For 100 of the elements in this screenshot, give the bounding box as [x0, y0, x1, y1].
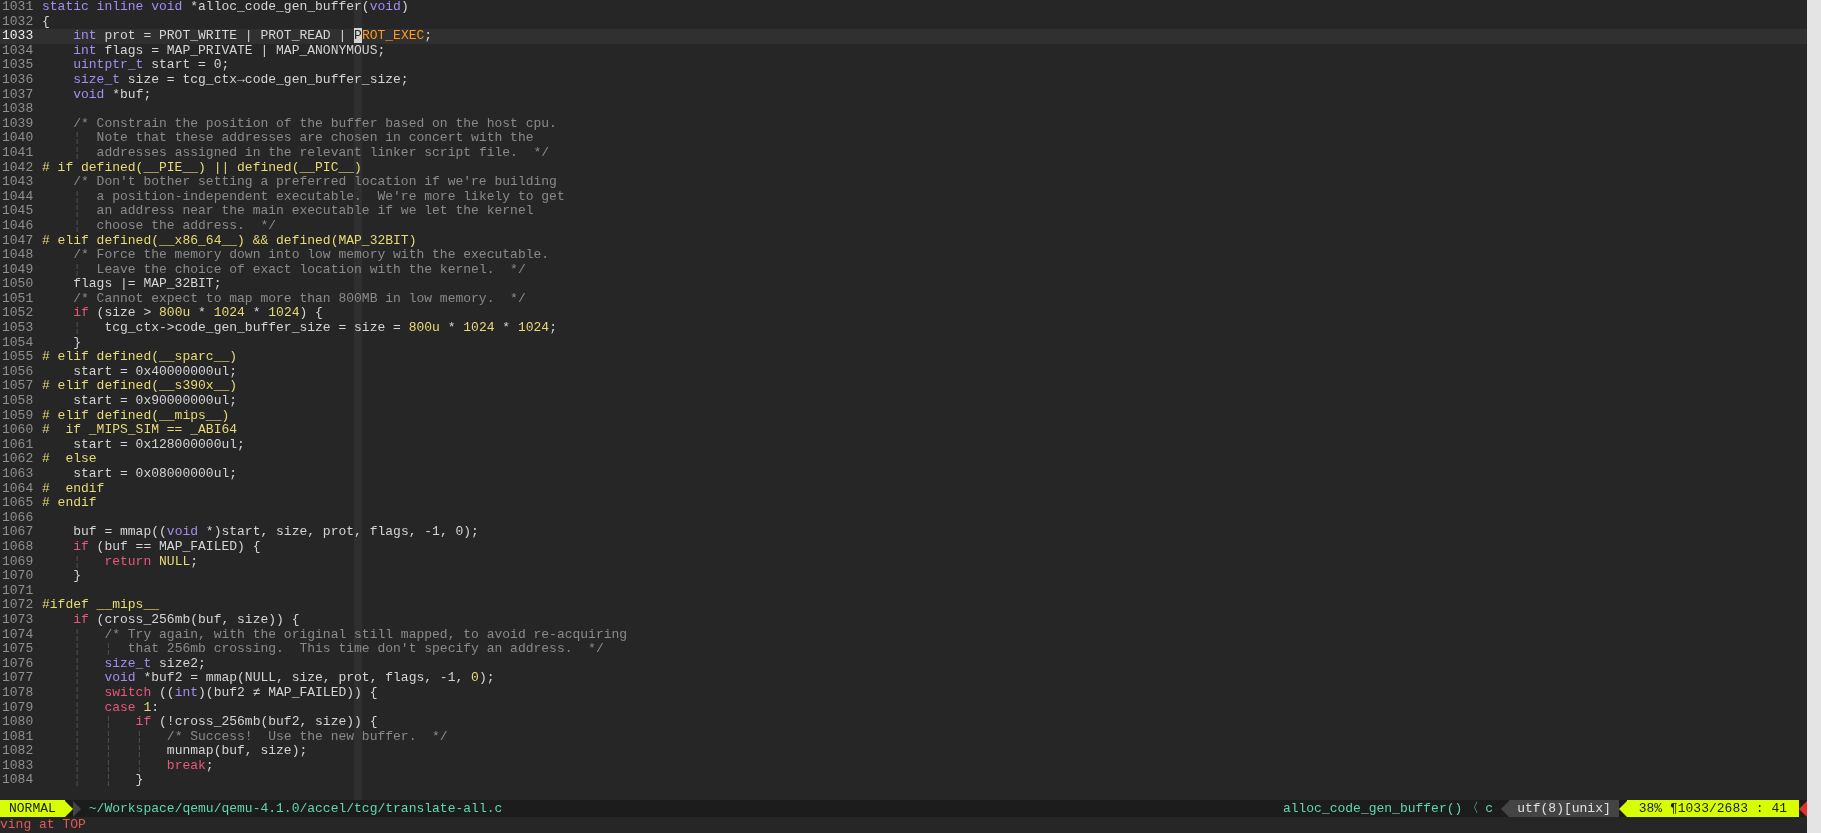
code-line: ¦ return NULL; — [72, 554, 199, 570]
code-line: # endif — [42, 481, 105, 497]
code-line: ¦ ¦ ¦ munmap(buf, size); — [72, 744, 308, 759]
line-number: 1074 — [1, 627, 35, 643]
line-number: 1083 — [1, 758, 35, 774]
line-number: 1038 — [1, 102, 35, 117]
line-number: 1078 — [1, 685, 35, 701]
separator-arrow-icon — [1799, 800, 1807, 817]
line-number: 1050 — [1, 277, 35, 292]
code-line: ¦ a position-independent executable. We're more likely to get — [72, 189, 565, 205]
separator-arrow-icon — [64, 800, 73, 817]
code-line: ¦ choose the address. */ — [72, 218, 277, 234]
line-number: 1054 — [1, 335, 35, 351]
code-line: # elif defined(__mips__) — [42, 408, 230, 424]
line-number: 1061 — [1, 437, 35, 453]
line-number: 1057 — [1, 379, 35, 395]
code-line: ¦ /* Try again, with the original still mapped, to avoid re-acquiring — [72, 627, 628, 643]
line-number: 1042 — [1, 160, 35, 176]
line-number: 1062 — [1, 452, 35, 467]
line-number: 1082 — [1, 744, 35, 759]
code-line: ¦ Note that these addresses are chosen in concert with the — [72, 131, 534, 146]
separator-arrow-icon — [72, 800, 81, 817]
line-number: 1059 — [1, 408, 35, 424]
line-number: 1076 — [1, 656, 35, 672]
separator-arrow-icon — [1618, 800, 1627, 817]
command-line-message: ving at TOP — [0, 817, 86, 832]
line-number: 1043 — [1, 175, 35, 190]
line-number: 1040 — [1, 131, 35, 146]
line-number: 1049 — [1, 262, 35, 278]
code-line: ¦ case 1: — [72, 700, 160, 716]
separator-arrow-icon — [1501, 800, 1510, 817]
code-line: { — [42, 14, 50, 30]
code-line: flags |= MAP_32BIT; — [72, 277, 222, 292]
line-number: 1066 — [1, 510, 35, 526]
code-line: # endif — [42, 496, 97, 511]
line-number: 1077 — [1, 671, 35, 686]
line-number: 1065 — [1, 496, 35, 511]
line-number: 1058 — [1, 394, 35, 409]
code-line: buf = mmap((void *)start, size, prot, flags, -1, 0); — [72, 525, 479, 540]
code-line: # if _MIPS_SIM == _ABI64 — [42, 423, 238, 438]
code-line: ¦ ¦ ¦ /* Success! Use the new buffer. */ — [72, 729, 448, 745]
line-number: 1070 — [1, 569, 35, 584]
code-line: # elif defined(__sparc__) — [42, 350, 238, 365]
code-line: # else — [42, 452, 97, 467]
code-line: ¦ tcg_ctx->code_gen_buffer_size = size = 800u * 1024 * 1024; — [72, 321, 557, 336]
line-number: 1052 — [1, 306, 35, 322]
line-number: 1037 — [1, 87, 35, 103]
line-number: 1063 — [1, 467, 35, 482]
code-line: start = 0x90000000ul; — [72, 394, 238, 409]
line-number: 1084 — [1, 773, 35, 789]
code-line: uintptr_t start = 0; — [72, 58, 230, 73]
code-line: ¦ Leave the choice of exact location with the kernel. */ — [72, 262, 526, 278]
code-line: # if defined(__PIE__) || defined(__PIC__) — [42, 160, 362, 176]
line-number: 1053 — [1, 321, 35, 336]
code-line: void *buf; — [72, 87, 152, 103]
line-number: 1071 — [1, 583, 35, 599]
line-number: 1069 — [1, 554, 35, 570]
code-line: start = 0x08000000ul; — [72, 467, 238, 482]
code-line: start = 0x128000000ul; — [72, 437, 245, 453]
line-number: 1045 — [1, 204, 35, 219]
line-number: 1032 — [1, 14, 35, 30]
code-line: # elif defined(__s390x__) — [42, 379, 238, 395]
code-line: if (buf == MAP_FAILED) { — [72, 539, 261, 555]
code-line: } — [72, 335, 81, 351]
code-line: #ifdef __mips__ — [42, 598, 160, 613]
code-line: /* Force the memory down into low memory with the executable. — [72, 248, 550, 263]
line-number: 1031 — [1, 0, 35, 15]
line-number: 1067 — [1, 525, 35, 540]
file-path: ~/Workspace/qemu/qemu-4.1.0/accel/tcg/translate-all.c — [88, 800, 503, 817]
file-type: c — [1485, 800, 1494, 817]
line-number: 1046 — [1, 218, 35, 234]
line-number: 1033 — [1, 29, 35, 44]
code-line: start = 0x40000000ul; — [72, 364, 238, 380]
code-line: } — [72, 569, 81, 584]
line-number: 1036 — [1, 72, 35, 88]
code-line: ¦ size_t size2; — [72, 656, 206, 672]
code-line: static inline void *alloc_code_gen_buffer(void) — [42, 0, 409, 15]
line-number: 1073 — [1, 612, 35, 628]
code-line: if (size > 800u * 1024 * 1024) { — [72, 306, 323, 322]
code-line: ¦ ¦ ¦ break; — [72, 758, 214, 774]
line-number: 1072 — [1, 598, 35, 613]
line-number: 1047 — [1, 233, 35, 249]
line-number: 1041 — [1, 145, 35, 161]
code-line: ¦ an address near the main executable if we let the kernel — [72, 204, 534, 219]
code-line: ¦ switch ((int)(buf2 ≠ MAP_FAILED)) { — [72, 685, 378, 701]
line-number: 1048 — [1, 248, 35, 263]
separator-glyph: 〈 — [1466, 800, 1480, 817]
line-number: 1044 — [1, 189, 35, 205]
function-name: alloc_code_gen_buffer() — [1282, 800, 1463, 817]
code-line: size_t size = tcg_ctx→code_gen_buffer_size; — [72, 72, 409, 88]
scrollbar[interactable] — [1807, 0, 1821, 833]
line-number: 1056 — [1, 364, 35, 380]
code-line: ¦ ¦ if (!cross_256mb(buf2, size)) { — [72, 715, 378, 730]
line-number: 1051 — [1, 291, 35, 307]
code-line: /* Cannot expect to map more than 800MB in low memory. */ — [72, 291, 526, 307]
line-number: 1080 — [1, 715, 35, 730]
line-number: 1068 — [1, 539, 35, 555]
code-line: ¦ addresses assigned in the relevant linker script file. */ — [72, 145, 550, 161]
line-number: 1055 — [1, 350, 35, 365]
code-line: /* Constrain the position of the buffer based on the host cpu. — [72, 116, 557, 132]
